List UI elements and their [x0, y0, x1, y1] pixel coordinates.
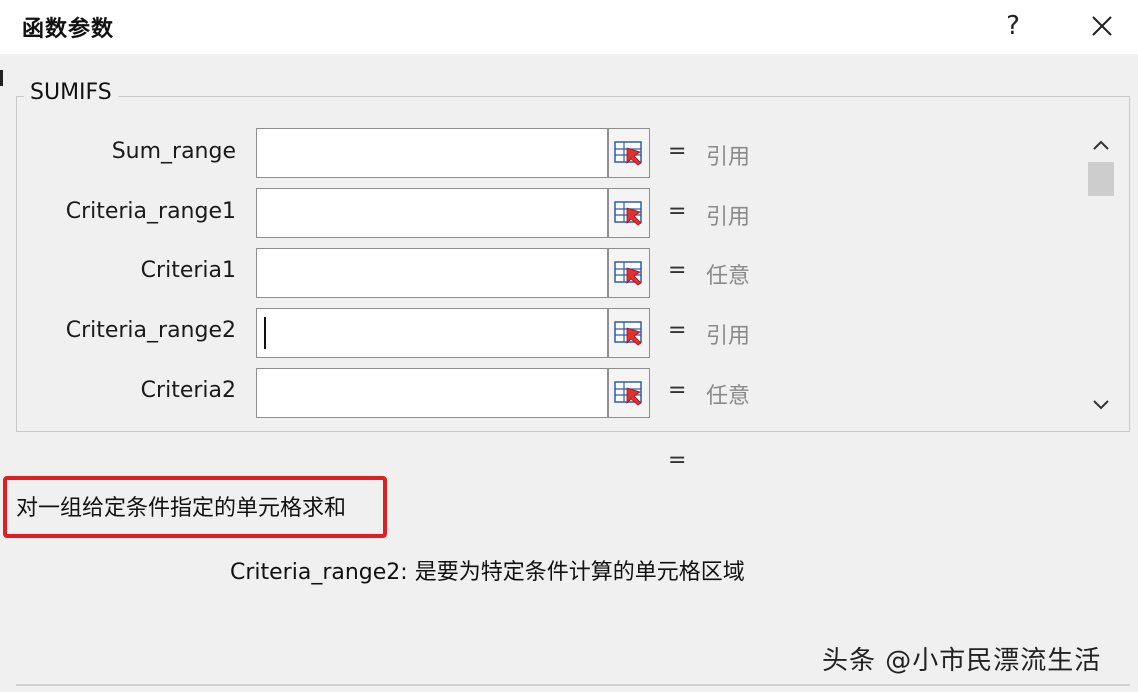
scrollbar-thumb[interactable] [1088, 162, 1114, 196]
chevron-down-icon [1093, 400, 1109, 410]
text-cursor [264, 317, 266, 349]
range-select-button[interactable] [608, 308, 650, 358]
scroll-down-button[interactable] [1086, 390, 1116, 420]
arg-result-criteria-range2: 引用 [706, 324, 751, 349]
arg-equals-sign: = [668, 318, 687, 343]
arg-input-sum-range[interactable] [256, 128, 608, 178]
help-button[interactable]: ? [996, 6, 1030, 46]
arg-input-criteria-range2[interactable] [256, 308, 608, 358]
arg-label-criteria1: Criteria1 [140, 258, 236, 283]
window-edge-mark [0, 70, 3, 86]
dialog-title-bar: 函数参数 ? [0, 0, 1138, 54]
range-select-button[interactable] [608, 188, 650, 238]
chevron-up-icon [1093, 140, 1109, 150]
arg-result-criteria1: 任意 [706, 264, 751, 289]
range-select-icon [614, 261, 642, 286]
range-select-button[interactable] [608, 128, 650, 178]
arg-equals-sign: = [668, 139, 687, 164]
range-select-button[interactable] [608, 248, 650, 298]
arg-label-criteria-range2: Criteria_range2 [65, 318, 236, 343]
arg-equals-sign: = [668, 378, 687, 403]
range-select-icon [614, 381, 642, 406]
range-select-icon [614, 141, 642, 166]
arg-label-criteria2: Criteria2 [140, 378, 236, 403]
arguments-scrollbar[interactable] [1086, 130, 1116, 420]
arg-input-criteria-range1[interactable] [256, 188, 608, 238]
function-description: 对一组给定条件指定的单元格求和 [16, 496, 347, 521]
arg-label-sum-range: Sum_range [111, 139, 236, 164]
arg-equals-sign: = [668, 258, 687, 283]
arg-input-criteria2[interactable] [256, 368, 608, 418]
arg-equals-sign: = [668, 199, 687, 224]
arg-label-criteria-range1: Criteria_range1 [65, 199, 236, 224]
dialog-title: 函数参数 [22, 17, 115, 42]
watermark: 头条 @小市民漂流生活 [822, 646, 1102, 676]
range-select-icon [614, 201, 642, 226]
formula-result-equals: = [668, 448, 687, 473]
parameter-help-text: Criteria_range2: 是要为特定条件计算的单元格区域 [230, 560, 745, 585]
arg-result-criteria-range1: 引用 [706, 205, 751, 230]
range-select-button[interactable] [608, 368, 650, 418]
arg-result-sum-range: 引用 [706, 145, 751, 170]
function-name: SUMIFS [24, 80, 118, 105]
range-select-icon [614, 321, 642, 346]
close-button[interactable] [1084, 6, 1120, 46]
arg-result-criteria2: 任意 [706, 384, 751, 409]
scroll-up-button[interactable] [1086, 130, 1116, 160]
bottom-divider [16, 684, 1130, 686]
close-icon [1092, 16, 1112, 36]
arg-input-criteria1[interactable] [256, 248, 608, 298]
